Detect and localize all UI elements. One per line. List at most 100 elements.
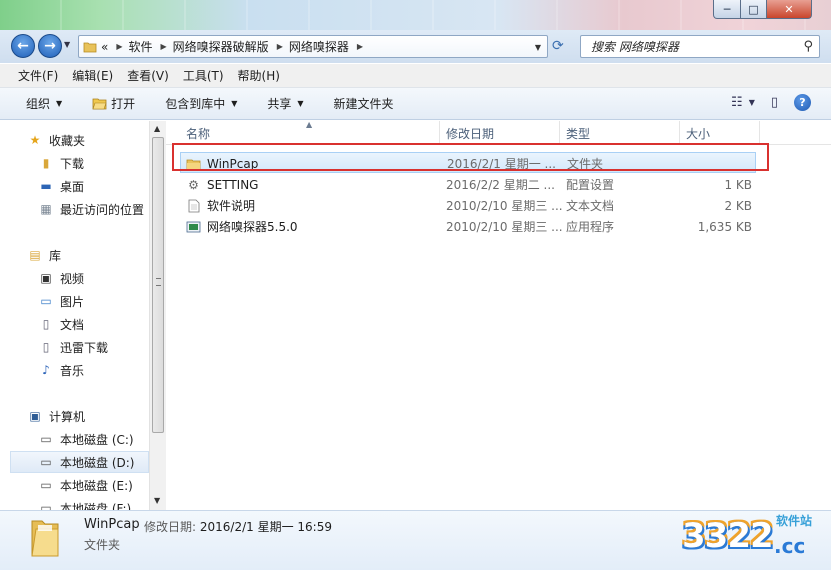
nav-label: 文档 bbox=[60, 317, 85, 332]
document-icon: ▯ bbox=[42, 317, 50, 331]
nav-item-music[interactable]: ♪ 音乐 bbox=[38, 359, 84, 381]
nav-label: 最近访问的位置 bbox=[60, 202, 145, 217]
watermark-number: 3322 bbox=[682, 516, 774, 556]
nav-label: 音乐 bbox=[60, 363, 85, 378]
recent-pages-dropdown[interactable]: ▼ bbox=[64, 40, 70, 49]
breadcrumb-separator-icon[interactable]: ▶ bbox=[357, 42, 363, 51]
nav-label: 图片 bbox=[60, 294, 85, 309]
library-icon: ▤ bbox=[29, 248, 41, 262]
nav-item-downloads[interactable]: ▮ 下载 bbox=[38, 152, 84, 174]
open-button[interactable]: 打开 bbox=[92, 95, 135, 112]
file-row[interactable]: 软件说明 2010/2/10 星期三 ... 文本文档 2 KB bbox=[166, 195, 756, 216]
nav-item-xunlei[interactable]: ▯ 迅雷下载 bbox=[38, 336, 108, 358]
breadcrumb-overflow[interactable]: « bbox=[101, 40, 108, 54]
chevron-down-icon: ▼ bbox=[231, 99, 238, 108]
highlight-box bbox=[172, 143, 769, 171]
nav-item-documents[interactable]: ▯ 文档 bbox=[38, 313, 84, 335]
address-bar[interactable]: « ▶ 软件 ▶ 网络嗅探器破解版 ▶ 网络嗅探器 ▶ ▼ bbox=[78, 35, 548, 58]
column-size[interactable]: 大小 bbox=[680, 121, 760, 145]
command-bar: 组织 ▼ 打开 包含到库中 ▼ 共享 ▼ 新建文件夹 ☷ ▼ ▯ ? bbox=[0, 88, 831, 120]
nav-item-pictures[interactable]: ▭ 图片 bbox=[38, 290, 84, 312]
chevron-down-icon: ▼ bbox=[56, 99, 63, 108]
nav-label: 迅雷下载 bbox=[60, 340, 109, 355]
view-options-icon[interactable]: ☷ bbox=[731, 95, 743, 110]
help-icon[interactable]: ? bbox=[794, 94, 811, 111]
details-date-label: 修改日期: bbox=[144, 520, 197, 534]
scroll-up-icon[interactable]: ▲ bbox=[154, 124, 160, 133]
organize-button[interactable]: 组织 ▼ bbox=[26, 95, 62, 112]
text-file-icon bbox=[188, 199, 200, 212]
breadcrumb-item[interactable]: 软件 bbox=[129, 38, 153, 55]
file-row[interactable]: 网络嗅探器5.5.0 2010/2/10 星期三 ... 应用程序 1,635 … bbox=[166, 216, 756, 237]
drive-icon: ▭ bbox=[40, 478, 52, 492]
nav-label: 本地磁盘 (C:) bbox=[60, 432, 134, 447]
breadcrumb-separator-icon[interactable]: ▶ bbox=[277, 42, 283, 51]
navigation-scrollbar[interactable]: ▲ ▼ bbox=[149, 121, 166, 510]
organize-label: 组织 bbox=[26, 97, 51, 111]
title-bar: ─ □ ✕ bbox=[0, 0, 831, 30]
nav-label: 本地磁盘 (D:) bbox=[60, 455, 135, 470]
desktop-icon: ▬ bbox=[40, 179, 52, 193]
column-type[interactable]: 类型 bbox=[560, 121, 680, 145]
forward-button[interactable]: → bbox=[38, 34, 62, 58]
drive-icon: ▭ bbox=[40, 501, 52, 510]
nav-item-drive-e[interactable]: ▭ 本地磁盘 (E:) bbox=[38, 474, 132, 496]
watermark-site-name: 软件站 bbox=[776, 514, 813, 528]
file-name: 软件说明 bbox=[207, 199, 256, 213]
breadcrumb-separator-icon[interactable]: ▶ bbox=[161, 42, 167, 51]
file-type: 应用程序 bbox=[566, 220, 615, 234]
include-in-library-button[interactable]: 包含到库中 ▼ bbox=[165, 95, 237, 112]
column-name[interactable]: 名称 bbox=[180, 121, 440, 145]
share-label: 共享 bbox=[267, 97, 292, 111]
navigation-pane: ★ 收藏夹 ▮ 下载 ▬ 桌面 ▦ 最近访问的位置 ▤ 库 ▣ 视频 ▭ 图片 ▯ 文档 ▯ 迅雷… bbox=[0, 121, 149, 510]
new-folder-button[interactable]: 新建文件夹 bbox=[334, 95, 394, 112]
nav-label: 下载 bbox=[60, 156, 85, 171]
nav-label: 本地磁盘 (F:) bbox=[60, 501, 132, 511]
nav-item-desktop[interactable]: ▬ 桌面 bbox=[38, 175, 84, 197]
breadcrumb-item[interactable]: 网络嗅探器 bbox=[289, 38, 349, 55]
column-header: ▲ 名称 修改日期 类型 大小 bbox=[166, 120, 831, 145]
music-icon: ♪ bbox=[42, 363, 50, 377]
open-folder-icon bbox=[92, 98, 107, 110]
scroll-down-icon[interactable]: ▼ bbox=[154, 496, 160, 505]
details-name: WinPcap bbox=[84, 517, 140, 532]
nav-item-drive-c[interactable]: ▭ 本地磁盘 (C:) bbox=[38, 428, 134, 450]
nav-favorites[interactable]: ★ 收藏夹 bbox=[27, 129, 85, 151]
column-date[interactable]: 修改日期 bbox=[440, 121, 560, 145]
preview-pane-icon[interactable]: ▯ bbox=[771, 95, 778, 110]
nav-item-drive-d[interactable]: ▭ 本地磁盘 (D:) bbox=[10, 451, 149, 473]
file-row[interactable]: ⚙ SETTING 2016/2/2 星期二 ... 配置设置 1 KB bbox=[166, 174, 756, 195]
menu-tools[interactable]: 工具(T) bbox=[183, 67, 224, 84]
back-button[interactable]: ← bbox=[11, 34, 35, 58]
search-input[interactable]: 搜索 网络嗅探器 ⚲ bbox=[580, 35, 820, 58]
share-button[interactable]: 共享 ▼ bbox=[267, 95, 303, 112]
maximize-button[interactable]: □ bbox=[740, 0, 767, 19]
open-label: 打开 bbox=[111, 97, 136, 111]
nav-label: 视频 bbox=[60, 271, 85, 286]
menu-file[interactable]: 文件(F) bbox=[18, 67, 58, 84]
minimize-button[interactable]: ─ bbox=[713, 0, 741, 19]
search-placeholder: 搜索 网络嗅探器 bbox=[591, 40, 679, 54]
scrollbar-grip bbox=[156, 278, 161, 286]
close-button[interactable]: ✕ bbox=[766, 0, 812, 19]
menu-edit[interactable]: 编辑(E) bbox=[72, 67, 113, 84]
nav-item-drive-f[interactable]: ▭ 本地磁盘 (F:) bbox=[38, 497, 131, 510]
address-dropdown-icon[interactable]: ▼ bbox=[535, 43, 541, 52]
menu-bar: 文件(F) 编辑(E) 查看(V) 工具(T) 帮助(H) bbox=[0, 64, 831, 88]
search-icon[interactable]: ⚲ bbox=[803, 39, 813, 54]
menu-view[interactable]: 查看(V) bbox=[127, 67, 169, 84]
file-list: ▲ 名称 修改日期 类型 大小 WinPcap 2016/2/1 星期一 ...… bbox=[166, 120, 831, 510]
nav-libraries[interactable]: ▤ 库 bbox=[27, 244, 61, 266]
nav-item-recent[interactable]: ▦ 最近访问的位置 bbox=[38, 198, 144, 220]
details-date: 修改日期: 2016/2/1 星期一 16:59 bbox=[144, 518, 332, 535]
nav-item-videos[interactable]: ▣ 视频 bbox=[38, 267, 84, 289]
scrollbar-thumb[interactable] bbox=[152, 137, 164, 433]
breadcrumb-separator-icon[interactable]: ▶ bbox=[116, 42, 122, 51]
breadcrumb-item[interactable]: 网络嗅探器破解版 bbox=[173, 38, 269, 55]
view-dropdown-icon[interactable]: ▼ bbox=[749, 98, 755, 107]
menu-help[interactable]: 帮助(H) bbox=[238, 67, 280, 84]
refresh-button[interactable]: ⟳ bbox=[552, 38, 564, 54]
nav-computer[interactable]: ▣ 计算机 bbox=[27, 405, 85, 427]
toolbar-right: ☷ ▼ ▯ ? bbox=[715, 94, 811, 111]
watermark-domain: .cc bbox=[774, 534, 806, 558]
